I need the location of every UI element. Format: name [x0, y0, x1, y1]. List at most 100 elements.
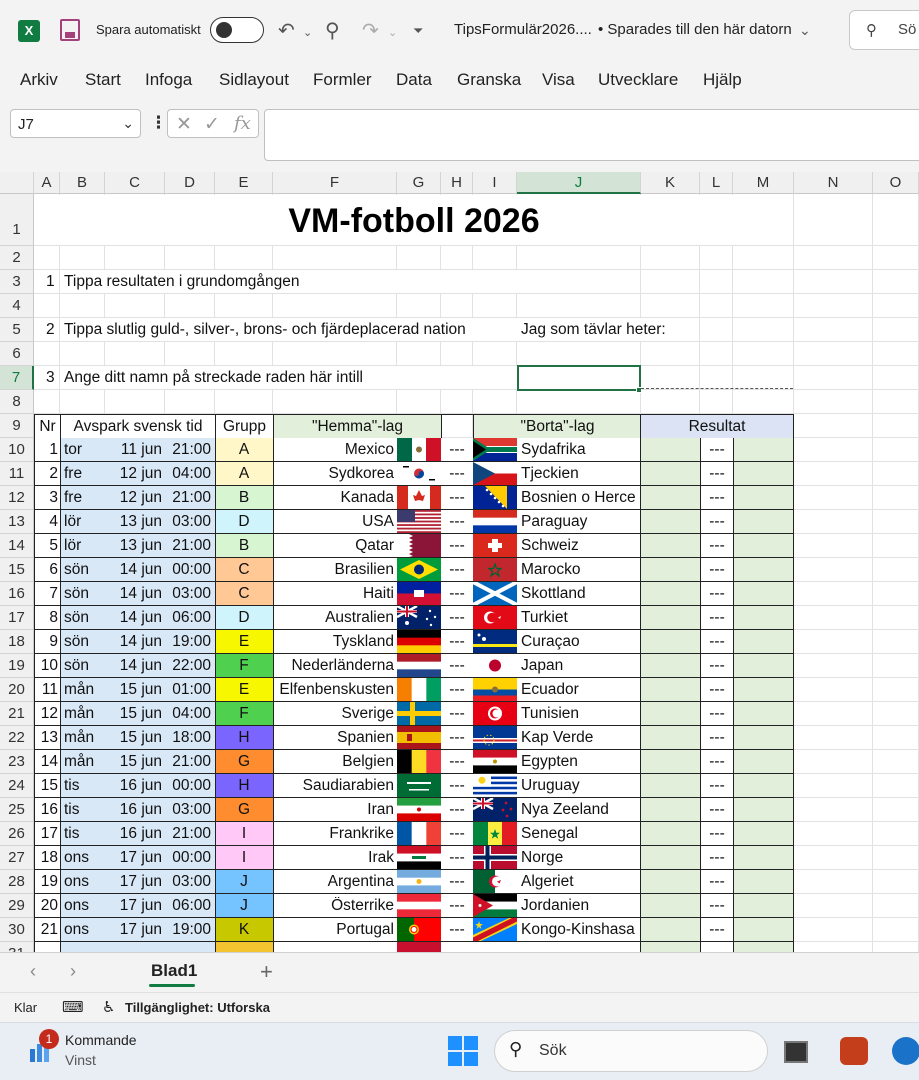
taskbar-search[interactable]: ⚲ Sök — [494, 1030, 768, 1072]
save-status[interactable]: • Sparades till den här datorn — [598, 21, 792, 38]
enter-icon[interactable]: ✓ — [204, 113, 220, 136]
formula-input[interactable] — [264, 109, 919, 161]
result-home-input[interactable] — [641, 510, 700, 534]
row-header-4[interactable]: 4 — [0, 294, 34, 318]
sheet-tab-blad1[interactable]: Blad1 — [141, 953, 205, 989]
column-header-l[interactable]: L — [700, 172, 733, 194]
result-home-input[interactable] — [641, 798, 700, 822]
redo-icon[interactable]: ↷ — [362, 18, 379, 43]
tab-formler[interactable]: Formler — [313, 70, 372, 90]
next-sheet-icon[interactable]: › — [70, 961, 76, 982]
result-away-input[interactable] — [733, 534, 793, 558]
row-header-10[interactable]: 10 — [0, 438, 34, 462]
result-home-input[interactable] — [641, 630, 700, 654]
result-home-input[interactable] — [641, 870, 700, 894]
row-header-13[interactable]: 13 — [0, 510, 34, 534]
tab-visa[interactable]: Visa — [542, 70, 575, 90]
task-view-icon[interactable] — [784, 1041, 808, 1063]
result-away-input[interactable] — [733, 918, 793, 942]
row-header-31[interactable]: 31 — [0, 942, 34, 952]
result-away-input[interactable] — [733, 750, 793, 774]
result-home-input[interactable] — [641, 918, 700, 942]
tab-granska[interactable]: Granska — [457, 70, 521, 90]
save-icon[interactable] — [60, 19, 80, 41]
result-home-input[interactable] — [641, 750, 700, 774]
result-away-input[interactable] — [733, 510, 793, 534]
tab-utvecklare[interactable]: Utvecklare — [598, 70, 678, 90]
edge-icon[interactable] — [892, 1037, 919, 1065]
result-away-input[interactable] — [733, 822, 793, 846]
result-away-input[interactable] — [733, 438, 793, 462]
result-home-input[interactable] — [641, 534, 700, 558]
result-away-input[interactable] — [733, 774, 793, 798]
select-all-corner[interactable] — [0, 172, 34, 194]
tab-hjalp[interactable]: Hjälp — [703, 70, 742, 90]
result-away-input[interactable] — [733, 654, 793, 678]
row-header-26[interactable]: 26 — [0, 822, 34, 846]
row-header-3[interactable]: 3 — [0, 270, 34, 294]
tab-infoga[interactable]: Infoga — [145, 70, 192, 90]
result-home-input[interactable] — [641, 582, 700, 606]
more-options-icon[interactable]: ⋮ — [150, 113, 167, 133]
row-header-27[interactable]: 27 — [0, 846, 34, 870]
search-icon[interactable]: ⚲ — [325, 18, 340, 43]
undo-icon[interactable]: ↶ — [278, 18, 295, 43]
selected-cell-j7[interactable] — [517, 365, 641, 391]
row-header-14[interactable]: 14 — [0, 534, 34, 558]
result-home-input[interactable] — [641, 438, 700, 462]
tab-arkiv[interactable]: Arkiv — [20, 70, 58, 90]
document-title[interactable]: TipsFormulär2026.... — [454, 21, 592, 38]
result-away-input[interactable] — [733, 462, 793, 486]
macro-record-icon[interactable]: ⌨ — [62, 998, 84, 1016]
column-header-e[interactable]: E — [215, 172, 273, 194]
result-away-input[interactable] — [733, 606, 793, 630]
redo-dropdown-icon[interactable]: ⌄ — [388, 26, 397, 39]
name-box[interactable]: J7 ⌄ — [10, 109, 141, 138]
search-field[interactable]: ⚲ Sö — [849, 10, 919, 50]
row-header-20[interactable]: 20 — [0, 678, 34, 702]
row-header-29[interactable]: 29 — [0, 894, 34, 918]
result-away-input[interactable] — [733, 702, 793, 726]
row-header-8[interactable]: 8 — [0, 390, 34, 414]
tab-data[interactable]: Data — [396, 70, 432, 90]
accessibility-status[interactable]: Tillgänglighet: Utforska — [125, 1000, 270, 1015]
column-header-b[interactable]: B — [60, 172, 105, 194]
result-home-input[interactable] — [641, 486, 700, 510]
row-header-16[interactable]: 16 — [0, 582, 34, 606]
result-home-input[interactable] — [641, 702, 700, 726]
row-header-30[interactable]: 30 — [0, 918, 34, 942]
row-header-5[interactable]: 5 — [0, 318, 34, 342]
row-header-21[interactable]: 21 — [0, 702, 34, 726]
customize-toolbar-icon[interactable]: ⏷ — [413, 23, 423, 39]
row-header-25[interactable]: 25 — [0, 798, 34, 822]
column-header-m[interactable]: M — [733, 172, 794, 194]
row-header-12[interactable]: 12 — [0, 486, 34, 510]
chevron-down-icon[interactable]: ⌄ — [122, 115, 134, 132]
row-header-18[interactable]: 18 — [0, 630, 34, 654]
result-home-input[interactable] — [641, 822, 700, 846]
row-header-19[interactable]: 19 — [0, 654, 34, 678]
widget-subtitle[interactable]: Vinst — [65, 1052, 96, 1068]
windows-start-icon[interactable] — [448, 1036, 478, 1066]
result-away-input[interactable] — [733, 630, 793, 654]
cancel-icon[interactable]: ✕ — [176, 113, 192, 136]
result-away-input[interactable] — [733, 798, 793, 822]
result-home-input[interactable] — [641, 678, 700, 702]
row-header-17[interactable]: 17 — [0, 606, 34, 630]
add-sheet-button[interactable]: + — [260, 959, 273, 985]
spreadsheet-grid[interactable]: A B C D E F G H I J K L M N O 1 2 3 4 5 6 7 8 9 10 11 12 13 14 15 16 17… — [0, 172, 919, 952]
prev-sheet-icon[interactable]: ‹ — [30, 961, 36, 982]
row-header-11[interactable]: 11 — [0, 462, 34, 486]
row-header-1[interactable]: 1 — [0, 194, 34, 246]
result-away-input[interactable] — [733, 846, 793, 870]
result-home-input[interactable] — [641, 558, 700, 582]
result-away-input[interactable] — [733, 678, 793, 702]
column-header-k[interactable]: K — [641, 172, 700, 194]
result-home-input[interactable] — [641, 606, 700, 630]
result-away-input[interactable] — [733, 894, 793, 918]
column-header-i[interactable]: I — [473, 172, 517, 194]
result-away-input[interactable] — [733, 558, 793, 582]
accessibility-icon[interactable]: ♿ — [102, 998, 115, 1016]
column-header-a[interactable]: A — [34, 172, 60, 194]
insert-function-icon[interactable]: fx — [234, 113, 251, 134]
